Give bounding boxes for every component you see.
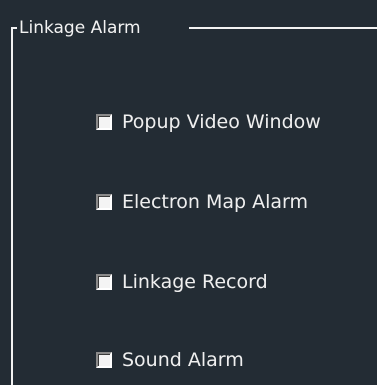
electron-map-alarm-option[interactable]: Electron Map Alarm [96, 190, 308, 214]
sound-alarm-checkbox[interactable] [96, 352, 112, 368]
groupbox-border-left [11, 27, 13, 385]
linkage-record-label: Linkage Record [122, 271, 268, 293]
linkage-record-checkbox[interactable] [96, 274, 112, 290]
electron-map-alarm-checkbox[interactable] [96, 194, 112, 210]
sound-alarm-option[interactable]: Sound Alarm [96, 348, 244, 372]
linkage-alarm-groupbox: Linkage Alarm Popup Video Window Electro… [0, 0, 377, 385]
linkage-record-option[interactable]: Linkage Record [96, 270, 268, 294]
popup-video-window-checkbox[interactable] [96, 114, 112, 130]
groupbox-title: Linkage Alarm [19, 18, 141, 38]
popup-video-window-label: Popup Video Window [122, 111, 321, 133]
groupbox-border-top-right [189, 27, 377, 29]
electron-map-alarm-label: Electron Map Alarm [122, 191, 309, 213]
popup-video-window-option[interactable]: Popup Video Window [96, 110, 321, 134]
groupbox-border-top-left [11, 27, 17, 29]
sound-alarm-label: Sound Alarm [122, 349, 244, 371]
